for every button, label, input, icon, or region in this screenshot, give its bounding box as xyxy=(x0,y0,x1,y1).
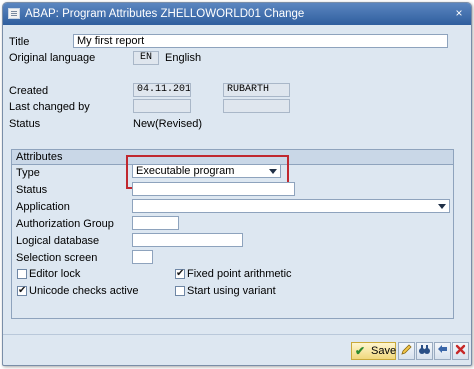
application-label: Application xyxy=(16,201,70,213)
original-language-label: Original language xyxy=(9,52,96,64)
save-button[interactable]: ✔ Save xyxy=(351,342,396,360)
save-label: Save xyxy=(371,345,397,357)
title-label: Title xyxy=(9,36,30,48)
checkmark-icon: ✔ xyxy=(355,344,366,358)
attr-status-label: Status xyxy=(16,184,48,196)
start-using-variant-checkbox[interactable] xyxy=(175,286,185,296)
last-changed-date xyxy=(133,99,191,113)
type-label: Type xyxy=(16,167,40,179)
find-button[interactable] xyxy=(416,342,433,360)
close-icon[interactable]: × xyxy=(451,6,467,21)
unicode-checks-checkbox[interactable]: ✔ xyxy=(17,286,27,296)
chevron-down-icon[interactable] xyxy=(438,204,446,209)
original-language-name: English xyxy=(165,52,202,64)
edit-button[interactable] xyxy=(398,342,415,360)
navigate-button[interactable] xyxy=(434,342,451,360)
authorization-group-label: Authorization Group xyxy=(16,218,114,230)
status-dropdown[interactable] xyxy=(132,182,295,196)
title-bar[interactable]: ABAP: Program Attributes ZHELLOWORLD01 C… xyxy=(3,3,471,25)
editor-lock-checkbox[interactable] xyxy=(17,269,27,279)
selection-screen-label: Selection screen xyxy=(16,252,98,264)
window-title: ABAP: Program Attributes ZHELLOWORLD01 C… xyxy=(25,8,305,20)
status-label: Status xyxy=(9,118,41,130)
toolbar-separator xyxy=(3,334,471,335)
logical-database-label: Logical database xyxy=(16,235,100,247)
last-changed-user xyxy=(223,99,290,113)
program-attributes-dialog: ABAP: Program Attributes ZHELLOWORLD01 C… xyxy=(2,2,472,366)
original-language-code: EN xyxy=(133,51,159,65)
selection-screen-input[interactable] xyxy=(132,250,153,264)
unicode-checks-label: Unicode checks active xyxy=(29,285,139,297)
cancel-icon xyxy=(455,344,466,355)
title-input[interactable]: My first report xyxy=(73,34,448,48)
logical-database-input[interactable] xyxy=(132,233,243,247)
arrows-icon xyxy=(438,345,447,353)
fixed-point-label: Fixed point arithmetic xyxy=(187,268,292,280)
created-by-user: RUBARTH xyxy=(223,83,290,97)
start-using-variant-label: Start using variant xyxy=(187,285,276,297)
pencil-icon xyxy=(401,344,412,355)
cancel-button[interactable] xyxy=(452,342,469,360)
binoculars-icon xyxy=(419,345,430,354)
created-date: 04.11.2012 xyxy=(133,83,191,97)
created-label: Created xyxy=(9,85,49,97)
editor-lock-label: Editor lock xyxy=(29,268,81,280)
window-icon xyxy=(8,8,20,19)
status-value: New(Revised) xyxy=(133,118,203,130)
fixed-point-checkbox[interactable]: ✔ xyxy=(175,269,185,279)
authorization-group-input[interactable] xyxy=(132,216,179,230)
application-dropdown[interactable] xyxy=(132,199,450,213)
last-changed-label: Last changed by xyxy=(9,101,90,113)
